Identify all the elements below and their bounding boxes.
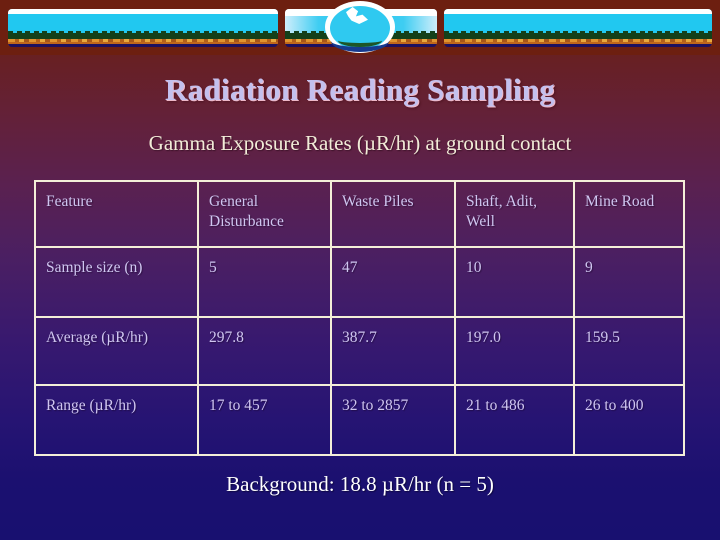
cell-average-mine-road: 159.5 [575, 318, 685, 386]
table-row: Average (µR/hr) 297.8 387.7 197.0 159.5 [34, 318, 685, 386]
cell-sample-size-shaft-adit-well: 10 [456, 248, 575, 318]
column-header-waste-piles: Waste Piles [332, 180, 456, 248]
column-header-general-disturbance: General Disturbance [199, 180, 332, 248]
cell-average-general-disturbance: 297.8 [199, 318, 332, 386]
page-subtitle: Gamma Exposure Rates (µR/hr) at ground c… [148, 131, 572, 155]
cell-range-waste-piles: 32 to 2857 [332, 386, 456, 456]
row-label-average: Average (µR/hr) [34, 318, 199, 386]
cell-average-waste-piles: 387.7 [332, 318, 456, 386]
column-header-mine-road: Mine Road [575, 180, 685, 248]
cell-range-general-disturbance: 17 to 457 [199, 386, 332, 456]
cloud-band-icon [8, 9, 278, 14]
background-reading-note: Background: 18.8 µR/hr (n = 5) [226, 472, 494, 496]
column-header-shaft-adit-well: Shaft, Adit, Well [456, 180, 575, 248]
cell-range-shaft-adit-well: 21 to 486 [456, 386, 575, 456]
deep-edge-graphic [444, 44, 712, 47]
globe-icon [322, 0, 398, 55]
banner-segment-right [444, 9, 712, 47]
cloud-band-icon [444, 9, 712, 14]
cell-sample-size-general-disturbance: 5 [199, 248, 332, 318]
table-header-row: Feature General Disturbance Waste Piles … [34, 180, 685, 248]
cell-sample-size-waste-piles: 47 [332, 248, 456, 318]
table-row: Sample size (n) 5 47 10 9 [34, 248, 685, 318]
deep-edge-graphic [8, 44, 278, 47]
cell-average-shaft-adit-well: 197.0 [456, 318, 575, 386]
header-banner [0, 0, 720, 55]
cell-sample-size-mine-road: 9 [575, 248, 685, 318]
column-header-feature: Feature [34, 180, 199, 248]
globe-green-arc-shape [338, 34, 382, 47]
row-label-sample-size: Sample size (n) [34, 248, 199, 318]
cell-range-mine-road: 26 to 400 [575, 386, 685, 456]
banner-segment-left [8, 9, 278, 47]
row-label-range: Range (µR/hr) [34, 386, 199, 456]
radiation-readings-table: Feature General Disturbance Waste Piles … [34, 180, 685, 456]
page-title: Radiation Reading Sampling [164, 72, 556, 107]
data-table-container: Feature General Disturbance Waste Piles … [34, 180, 685, 456]
table-row: Range (µR/hr) 17 to 457 32 to 2857 21 to… [34, 386, 685, 456]
